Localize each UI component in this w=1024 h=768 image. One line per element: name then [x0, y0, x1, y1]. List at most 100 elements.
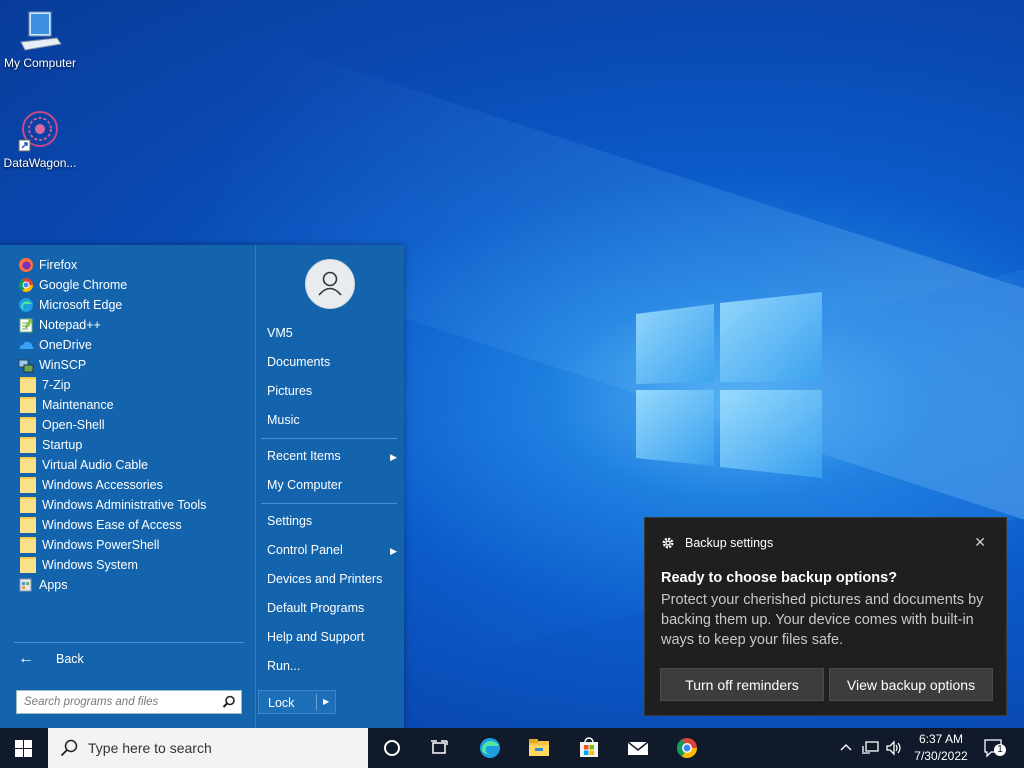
- program-folder-windows-admin-tools[interactable]: Windows Administrative Tools: [18, 495, 206, 515]
- menu-item-label: Control Panel: [267, 543, 343, 557]
- search-icon[interactable]: [222, 695, 236, 709]
- program-folder-virtual-audio-cable[interactable]: Virtual Audio Cable: [18, 455, 148, 475]
- turn-off-reminders-button[interactable]: Turn off reminders: [660, 668, 824, 701]
- user-avatar[interactable]: [305, 259, 355, 309]
- menu-item-label: Help and Support: [267, 630, 365, 644]
- program-google-chrome[interactable]: Google Chrome: [18, 275, 127, 295]
- program-notepadpp[interactable]: Notepad++: [18, 315, 101, 335]
- program-label: Windows Accessories: [42, 478, 163, 492]
- menu-item-vm5[interactable]: VM5: [267, 326, 397, 340]
- winscp-icon: [18, 359, 34, 373]
- desktop-icon-label: DataWagon...: [3, 156, 77, 170]
- menu-item-control-panel[interactable]: Control Panel ▶: [267, 543, 397, 557]
- toast-header: Backup settings: [661, 536, 773, 550]
- mail-icon[interactable]: [626, 736, 650, 760]
- edge-icon: [19, 298, 33, 312]
- windows-wallpaper-logo: [636, 292, 822, 478]
- clock[interactable]: 6:37 AM 7/30/2022: [912, 732, 970, 763]
- lock-options-arrow-icon[interactable]: ▶: [323, 697, 329, 706]
- desktop-icon-datawagon[interactable]: DataWagon...: [0, 108, 80, 170]
- close-icon[interactable]: ✕: [974, 534, 986, 551]
- microsoft-store-icon[interactable]: [577, 736, 601, 760]
- program-label: Virtual Audio Cable: [42, 458, 149, 472]
- toast-title: Ready to choose backup options?: [661, 570, 898, 586]
- program-folder-7zip[interactable]: 7-Zip: [18, 375, 70, 395]
- windows-start-icon[interactable]: [15, 740, 32, 757]
- folder-icon: [20, 517, 36, 533]
- program-label: 7-Zip: [42, 378, 71, 392]
- search-placeholder: Type here to search: [88, 740, 212, 756]
- submenu-arrow-icon: ▶: [390, 452, 397, 462]
- program-folder-windows-system[interactable]: Windows System: [18, 555, 138, 575]
- back-button[interactable]: ← Back: [18, 650, 84, 668]
- program-label: Maintenance: [42, 398, 114, 412]
- separator: [14, 642, 244, 643]
- folder-icon: [20, 457, 36, 473]
- program-label: Open-Shell: [42, 418, 105, 432]
- task-view-icon[interactable]: [428, 736, 452, 760]
- folder-icon: [20, 477, 36, 493]
- menu-item-pictures[interactable]: Pictures: [267, 384, 397, 398]
- toast-body: Protect your cherished pictures and docu…: [661, 592, 984, 648]
- menu-item-label: Devices and Printers: [267, 572, 383, 586]
- cortana-icon[interactable]: [380, 736, 404, 760]
- search-icon: [60, 739, 78, 757]
- folder-icon: [20, 437, 36, 453]
- program-folder-open-shell[interactable]: Open-Shell: [18, 415, 105, 435]
- menu-item-my-computer[interactable]: My Computer: [267, 478, 397, 492]
- menu-item-default-programs[interactable]: Default Programs: [267, 601, 397, 615]
- desktop-icon-my-computer[interactable]: My Computer: [0, 10, 80, 70]
- toast-app-name: Backup settings: [685, 536, 774, 550]
- network-icon[interactable]: [862, 740, 880, 756]
- clock-date: 7/30/2022: [914, 749, 968, 763]
- split-divider: [316, 694, 317, 710]
- action-center-button[interactable]: 1: [983, 738, 1006, 761]
- menu-item-label: Recent Items: [267, 449, 341, 463]
- program-firefox[interactable]: Firefox: [18, 255, 77, 275]
- program-label: Google Chrome: [39, 278, 128, 292]
- clock-time: 6:37 AM: [918, 732, 964, 746]
- chevron-up-icon[interactable]: [840, 742, 852, 752]
- edge-icon[interactable]: [478, 736, 502, 760]
- backup-notification-toast: Backup settings ✕ Ready to choose backup…: [644, 517, 1007, 716]
- menu-item-help-and-support[interactable]: Help and Support: [267, 630, 397, 644]
- menu-item-settings[interactable]: Settings: [267, 514, 397, 528]
- view-backup-options-button[interactable]: View backup options: [829, 668, 993, 701]
- program-label: Startup: [42, 438, 83, 452]
- chrome-icon[interactable]: [675, 736, 699, 760]
- menu-item-label: Pictures: [267, 384, 313, 398]
- menu-item-run[interactable]: Run...: [267, 659, 397, 673]
- program-label: Notepad++: [39, 318, 101, 332]
- lock-button[interactable]: Lock ▶: [258, 690, 336, 714]
- search-placeholder: Search programs and files: [24, 696, 159, 708]
- menu-item-documents[interactable]: Documents: [267, 355, 397, 369]
- program-apps[interactable]: Apps: [18, 575, 68, 595]
- menu-item-music[interactable]: Music: [267, 413, 397, 427]
- program-onedrive[interactable]: OneDrive: [18, 335, 92, 355]
- program-folder-startup[interactable]: Startup: [18, 435, 82, 455]
- lock-label: Lock: [268, 696, 295, 710]
- program-folder-windows-ease-of-access[interactable]: Windows Ease of Access: [18, 515, 182, 535]
- program-label: Firefox: [39, 258, 78, 272]
- menu-item-recent-items[interactable]: Recent Items ▶: [267, 449, 397, 463]
- taskbar-search-box[interactable]: Type here to search: [48, 728, 368, 768]
- program-winscp[interactable]: WinSCP: [18, 355, 86, 375]
- program-folder-maintenance[interactable]: Maintenance: [18, 395, 114, 415]
- program-label: OneDrive: [39, 338, 92, 352]
- apps-icon: [19, 578, 32, 592]
- program-label: Windows System: [42, 558, 138, 572]
- menu-item-devices-and-printers[interactable]: Devices and Printers: [267, 572, 397, 586]
- menu-item-label: VM5: [267, 326, 293, 340]
- program-label: Microsoft Edge: [39, 298, 123, 312]
- notepadpp-icon: [19, 318, 33, 333]
- program-label: Windows Ease of Access: [42, 518, 182, 532]
- file-explorer-icon[interactable]: [527, 736, 551, 760]
- computer-icon: [20, 11, 62, 51]
- start-search-input[interactable]: Search programs and files: [16, 690, 242, 714]
- folder-icon: [20, 557, 36, 573]
- volume-icon[interactable]: [885, 740, 903, 756]
- program-microsoft-edge[interactable]: Microsoft Edge: [18, 295, 122, 315]
- user-icon: [318, 271, 342, 296]
- program-folder-windows-powershell[interactable]: Windows PowerShell: [18, 535, 159, 555]
- program-folder-windows-accessories[interactable]: Windows Accessories: [18, 475, 163, 495]
